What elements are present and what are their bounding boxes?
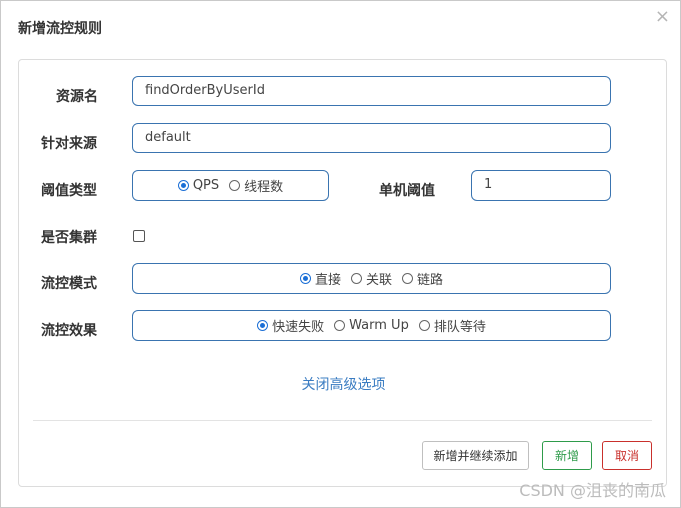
- strategy-option-chain[interactable]: 链路: [402, 269, 443, 288]
- threshold-input[interactable]: 1: [471, 170, 611, 201]
- strategy-option-label: 链路: [417, 273, 444, 288]
- threshold-label: 单机阈值: [379, 183, 435, 199]
- strategy-option-label: 直接: [314, 273, 341, 288]
- cluster-label: 是否集群: [41, 230, 97, 246]
- radio-checked-icon: [299, 273, 311, 284]
- behavior-option-label: 排队等待: [433, 320, 486, 335]
- behavior-option-warm-up[interactable]: Warm Up: [334, 318, 409, 333]
- radio-unchecked-icon: [402, 273, 413, 284]
- behavior-option-label: Warm Up: [349, 318, 409, 333]
- strategy-option-label: 关联: [365, 273, 392, 288]
- strategy-option-relate[interactable]: 关联: [350, 269, 392, 288]
- grade-radio-group: QPS 线程数: [132, 170, 329, 201]
- radio-unchecked-icon: [229, 180, 241, 191]
- strategy-radio-group: 直接 关联 链路: [132, 263, 611, 294]
- cancel-button[interactable]: 取消: [602, 441, 652, 470]
- radio-unchecked-icon: [334, 320, 346, 331]
- cluster-checkbox[interactable]: [133, 230, 145, 242]
- strategy-label: 流控模式: [41, 276, 97, 292]
- grade-option-qps[interactable]: QPS: [177, 178, 220, 193]
- add-and-continue-button[interactable]: 新增并继续添加: [422, 441, 529, 470]
- control-behavior-label: 流控效果: [41, 323, 97, 339]
- grade-option-label: 线程数: [244, 180, 284, 195]
- close-icon[interactable]: ×: [655, 7, 670, 27]
- limit-app-input[interactable]: default: [132, 123, 611, 153]
- limit-app-label: 针对来源: [41, 136, 97, 152]
- behavior-option-queue[interactable]: 排队等待: [418, 316, 486, 335]
- control-behavior-radio-group: 快速失败 Warm Up 排队等待: [132, 310, 611, 341]
- footer-divider: [33, 420, 652, 421]
- radio-checked-icon: [177, 180, 189, 191]
- behavior-option-fail-fast[interactable]: 快速失败: [257, 316, 324, 335]
- resource-name-label: 资源名: [56, 89, 98, 105]
- add-button[interactable]: 新增: [542, 441, 592, 470]
- resource-name-input[interactable]: findOrderByUserId: [132, 76, 611, 106]
- behavior-option-label: 快速失败: [272, 320, 325, 335]
- csdn-watermark: CSDN @沮丧的南瓜: [519, 481, 666, 500]
- grade-option-thread[interactable]: 线程数: [229, 176, 283, 195]
- rule-form: 资源名 findOrderByUserId 针对来源 default 阈值类型 …: [18, 59, 667, 487]
- radio-unchecked-icon: [418, 320, 430, 331]
- toggle-advanced-options-link[interactable]: 关闭高级选项: [19, 374, 668, 394]
- grade-option-label: QPS: [192, 178, 220, 193]
- radio-checked-icon: [257, 320, 269, 331]
- strategy-option-direct[interactable]: 直接: [299, 269, 341, 288]
- dialog-title: 新增流控规则: [18, 21, 102, 37]
- radio-unchecked-icon: [350, 273, 362, 284]
- grade-label: 阈值类型: [41, 183, 97, 199]
- add-flow-rule-dialog: 新增流控规则 × 资源名 findOrderByUserId 针对来源 defa…: [0, 0, 681, 508]
